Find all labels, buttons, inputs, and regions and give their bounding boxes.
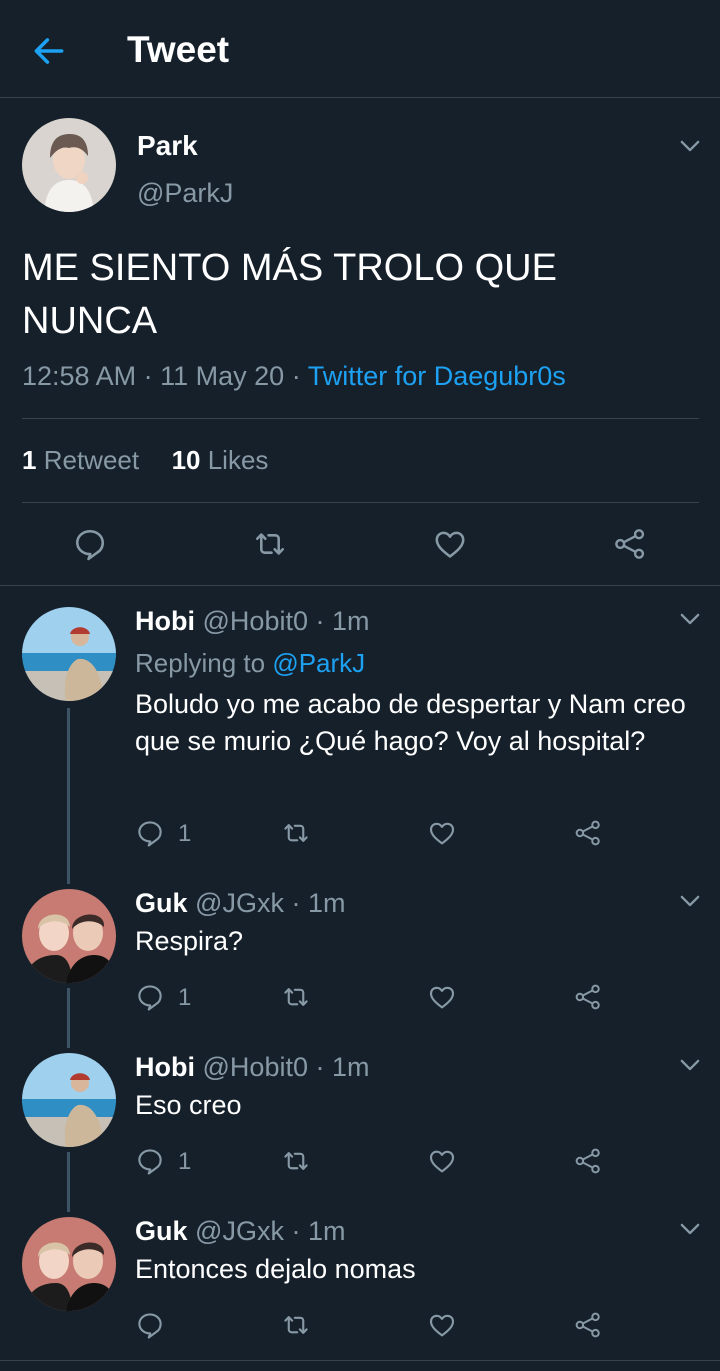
reply-icon[interactable]	[135, 1146, 165, 1176]
reply-author-handle[interactable]: @Hobit0	[203, 606, 308, 636]
reply-header: Guk @JGxk · 1m	[135, 1216, 346, 1247]
reply-header: Guk @JGxk · 1m	[135, 888, 346, 919]
likes-label: Likes	[207, 445, 269, 475]
tweet-stats: 1 Retweet 10 Likes	[22, 445, 268, 476]
share-icon[interactable]	[573, 818, 603, 848]
meta-separator: ·	[291, 361, 308, 391]
reply-author-handle[interactable]: @JGxk	[195, 888, 284, 918]
tweet-meta: 12:58 AM · 11 May 20 · Twitter for Daegu…	[22, 361, 566, 392]
share-icon[interactable]	[573, 1146, 603, 1176]
author-handle[interactable]: @ParkJ	[137, 178, 233, 209]
reply-author-name[interactable]: Hobi	[135, 606, 195, 636]
divider	[0, 1360, 720, 1361]
reply-text: Eso creo	[135, 1090, 242, 1120]
reply-author-name[interactable]: Guk	[135, 888, 188, 918]
reply-count: 1	[178, 984, 192, 1011]
reply-icon[interactable]	[135, 818, 165, 848]
top-bar: Tweet	[0, 0, 720, 98]
reply-text: Entonces dejalo nomas	[135, 1254, 416, 1284]
retweet-icon[interactable]	[281, 982, 311, 1012]
retweet-icon[interactable]	[281, 1146, 311, 1176]
dot-separator: ·	[315, 1052, 325, 1082]
meta-separator: ·	[143, 361, 161, 391]
replying-to: Replying to @ParkJ	[135, 648, 365, 679]
chevron-down-icon[interactable]	[676, 605, 704, 633]
reply-author-handle[interactable]: @JGxk	[195, 1216, 284, 1246]
avatar[interactable]	[22, 889, 116, 983]
divider	[0, 585, 720, 586]
tweet-text: ME SIENTO MÁS TROLO QUE NUNCA	[22, 247, 557, 342]
retweet-count: 1	[22, 445, 37, 475]
chevron-down-icon[interactable]	[676, 132, 704, 160]
dot-separator: ·	[291, 1216, 301, 1246]
author-name[interactable]: Park	[137, 130, 198, 162]
reply-count: 1	[178, 1148, 192, 1175]
divider	[22, 418, 699, 419]
reply-text: Respira?	[135, 926, 244, 956]
reply-icon[interactable]	[135, 982, 165, 1012]
chevron-down-icon[interactable]	[676, 1215, 704, 1243]
reply-time: 1m	[332, 606, 370, 636]
page-title: Tweet	[127, 29, 230, 70]
like-icon[interactable]	[432, 526, 468, 562]
share-icon[interactable]	[573, 982, 603, 1012]
reply-text: Boludo yo me acabo de despertar y Nam cr…	[135, 689, 686, 756]
reply-header: Hobi @Hobit0 · 1m	[135, 606, 370, 637]
tweet-source-link[interactable]: Twitter for Daegubr0s	[308, 361, 566, 391]
thread-line	[67, 1152, 70, 1212]
avatar[interactable]	[22, 607, 116, 701]
retweet-icon[interactable]	[281, 1310, 311, 1340]
reply-time: 1m	[307, 888, 346, 918]
reply-time: 1m	[332, 1052, 370, 1082]
share-icon[interactable]	[612, 526, 648, 562]
avatar[interactable]	[22, 118, 116, 212]
dot-separator: ·	[315, 606, 325, 636]
reply-count: 1	[178, 820, 192, 847]
reply-time: 1m	[307, 1216, 346, 1246]
thread-line	[67, 708, 70, 884]
reply-author-name[interactable]: Guk	[135, 1216, 188, 1246]
like-icon[interactable]	[427, 1310, 457, 1340]
avatar[interactable]	[22, 1053, 116, 1147]
thread-line	[67, 988, 70, 1048]
reply-icon[interactable]	[135, 1310, 165, 1340]
share-icon[interactable]	[573, 1310, 603, 1340]
reply-author-name[interactable]: Hobi	[135, 1052, 195, 1082]
reply-header: Hobi @Hobit0 · 1m	[135, 1052, 370, 1083]
likes-stat[interactable]: 10 Likes	[172, 445, 269, 475]
like-icon[interactable]	[427, 1146, 457, 1176]
tweet-date: 11 May 20	[160, 361, 285, 391]
chevron-down-icon[interactable]	[676, 887, 704, 915]
reply-author-handle[interactable]: @Hobit0	[203, 1052, 308, 1082]
like-icon[interactable]	[427, 818, 457, 848]
avatar[interactable]	[22, 1217, 116, 1311]
retweet-label: Retweet	[43, 445, 140, 475]
replying-label: Replying to	[135, 648, 266, 678]
chevron-down-icon[interactable]	[676, 1051, 704, 1079]
back-arrow-icon[interactable]	[30, 32, 68, 70]
retweets-stat[interactable]: 1 Retweet	[22, 445, 139, 475]
reply-icon[interactable]	[72, 526, 108, 562]
dot-separator: ·	[291, 888, 301, 918]
replying-to-handle[interactable]: @ParkJ	[272, 648, 365, 678]
tweet-time: 12:58 AM	[22, 361, 137, 391]
retweet-icon[interactable]	[252, 526, 288, 562]
divider	[22, 502, 699, 503]
retweet-icon[interactable]	[281, 818, 311, 848]
likes-count: 10	[171, 445, 201, 475]
like-icon[interactable]	[427, 982, 457, 1012]
